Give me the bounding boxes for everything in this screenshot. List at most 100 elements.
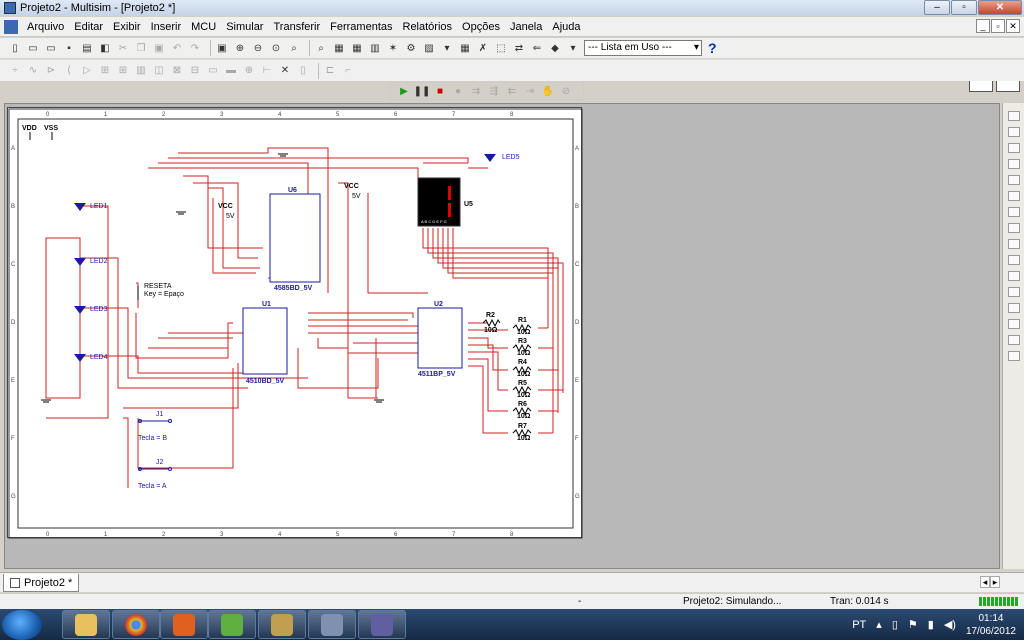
open-sample-icon[interactable]: ▭	[44, 41, 58, 55]
word-generator-icon[interactable]	[1007, 223, 1020, 233]
new-file-icon[interactable]: ▯	[8, 41, 22, 55]
tool-taskbar-button[interactable]	[308, 610, 356, 639]
function-generator-icon[interactable]	[1007, 127, 1020, 137]
transistor-icon[interactable]: ⟨	[62, 64, 76, 78]
remove-breakpoints-icon[interactable]: ⊘	[559, 84, 573, 98]
power-icon[interactable]: ⊟	[188, 64, 202, 78]
redo-icon[interactable]: ↷	[188, 41, 202, 55]
measure-icon[interactable]: ⚙	[404, 41, 418, 55]
document-icon[interactable]	[4, 19, 18, 34]
diode-icon[interactable]: ⊳	[44, 64, 58, 78]
mdi-restore-button[interactable]: ▫	[991, 19, 1005, 33]
close-button[interactable]: ✕	[978, 0, 1022, 15]
mdi-minimize-button[interactable]: _	[976, 19, 990, 33]
step-over-icon[interactable]: ⇶	[487, 84, 501, 98]
oscilloscope-icon[interactable]	[1007, 159, 1020, 169]
iv-analyzer-icon[interactable]	[1007, 271, 1020, 281]
clock[interactable]: 01:14 17/06/2012	[966, 612, 1016, 638]
menu-inserir[interactable]: Inserir	[146, 21, 187, 33]
multisim-taskbar-button[interactable]	[358, 610, 406, 639]
region-icon[interactable]: ⬚	[494, 41, 508, 55]
tab-scroll-left-icon[interactable]: ◂	[980, 576, 990, 588]
ttl-icon[interactable]: ⊞	[98, 64, 112, 78]
menu-simular[interactable]: Simular	[221, 21, 268, 33]
run-icon[interactable]: ▶	[397, 84, 411, 98]
chrome-taskbar-button[interactable]	[112, 610, 160, 639]
wire-icon[interactable]: ⌐	[341, 64, 355, 78]
print-icon[interactable]: ▤	[80, 41, 94, 55]
tab-scroll-right-icon[interactable]: ▸	[990, 576, 1000, 588]
dropdown-arrow-icon[interactable]: ▾	[440, 41, 454, 55]
zoom-fit-icon[interactable]: ⌕	[287, 41, 301, 55]
stop-icon[interactable]: ■	[433, 84, 447, 98]
menu-relatorios[interactable]: Relatórios	[398, 21, 458, 33]
zoom-in-icon[interactable]: ⊕	[233, 41, 247, 55]
menu-arquivo[interactable]: Arquivo	[22, 21, 69, 33]
probe-icon[interactable]	[1007, 351, 1020, 361]
paste-icon[interactable]: ▣	[152, 41, 166, 55]
misc-icon[interactable]: ▭	[206, 64, 220, 78]
explorer-taskbar-button[interactable]	[62, 610, 110, 639]
run-to-cursor-icon[interactable]: ⇥	[523, 84, 537, 98]
tab-projeto2[interactable]: Projeto2 *	[3, 574, 80, 592]
bus-icon[interactable]: ⊏	[323, 64, 337, 78]
zoom-area-icon[interactable]: ⊙	[269, 41, 283, 55]
action-center-flag-icon[interactable]: ⚑	[908, 618, 918, 631]
distortion-analyzer-icon[interactable]	[1007, 287, 1020, 297]
menu-mcu[interactable]: MCU	[186, 21, 221, 33]
messenger-taskbar-button[interactable]	[208, 610, 256, 639]
hierarchical-icon[interactable]: ▯	[296, 64, 310, 78]
rf-icon[interactable]: ⊕	[242, 64, 256, 78]
menu-transferir[interactable]: Transferir	[268, 21, 325, 33]
multimeter-icon[interactable]	[1007, 111, 1020, 121]
frequency-counter-icon[interactable]	[1007, 207, 1020, 217]
show-hidden-icons-icon[interactable]: ▴	[876, 618, 882, 631]
pause-icon[interactable]: ❚❚	[414, 84, 431, 98]
current-probe-icon[interactable]	[1007, 335, 1020, 345]
menu-opcoes[interactable]: Opções	[457, 21, 505, 33]
four-channel-oscilloscope-icon[interactable]	[1007, 175, 1020, 185]
file-manager-taskbar-button[interactable]	[258, 610, 306, 639]
full-screen-icon[interactable]: ▣	[215, 41, 229, 55]
print-preview-icon[interactable]: ◧	[98, 41, 112, 55]
grapher-icon[interactable]: ▦	[332, 41, 346, 55]
open-folder-icon[interactable]: ▭	[26, 41, 40, 55]
start-button[interactable]	[2, 610, 42, 640]
step-out-icon[interactable]: ⇇	[505, 84, 519, 98]
database-icon[interactable]: ▥	[368, 41, 382, 55]
mixed-icon[interactable]: ◫	[152, 64, 166, 78]
back-annotate-icon[interactable]: ⇐	[530, 41, 544, 55]
logic-analyzer-icon[interactable]	[1007, 239, 1020, 249]
undo-icon[interactable]: ↶	[170, 41, 184, 55]
wattmeter-icon[interactable]	[1007, 143, 1020, 153]
electromech-icon[interactable]: ⊢	[260, 64, 274, 78]
volume-icon[interactable]: ◀)	[944, 618, 956, 631]
component-wizard-icon[interactable]: ✶	[386, 41, 400, 55]
spectrum-analyzer-icon[interactable]	[1007, 303, 1020, 313]
menu-ferramentas[interactable]: Ferramentas	[325, 21, 397, 33]
cmos-icon[interactable]: ⊞	[116, 64, 130, 78]
media-player-taskbar-button[interactable]	[160, 610, 208, 639]
dropdown-arrow-icon[interactable]: ▾	[566, 41, 580, 55]
bode-plotter-icon[interactable]	[1007, 191, 1020, 201]
save-icon[interactable]: ▪	[62, 41, 76, 55]
network-icon[interactable]: ▮	[928, 618, 934, 631]
schematic-sheet[interactable]: 0 1 2 3 4 5 6 7 8 0 1 2 3 4 5 6 7 8 A B	[7, 107, 583, 539]
breakpoint-icon[interactable]: ●	[451, 84, 465, 98]
labview-instrument-icon[interactable]	[1007, 319, 1020, 329]
ni-component-icon[interactable]: ✕	[278, 64, 292, 78]
misc-digital-icon[interactable]: ▥	[134, 64, 148, 78]
logic-converter-icon[interactable]	[1007, 255, 1020, 265]
ultiboard-icon[interactable]: ◆	[548, 41, 562, 55]
power-icon[interactable]: ▯	[892, 618, 898, 631]
menu-ajuda[interactable]: Ajuda	[547, 21, 585, 33]
postprocessor-icon[interactable]: ▨	[422, 41, 436, 55]
advanced-periph-icon[interactable]: ▬	[224, 64, 238, 78]
restore-button[interactable]: ▫	[951, 0, 977, 15]
copy-icon[interactable]: ❐	[134, 41, 148, 55]
minimize-button[interactable]: –	[924, 0, 950, 15]
resistor-icon[interactable]: ∿	[26, 64, 40, 78]
transfer-icon[interactable]: ⇄	[512, 41, 526, 55]
step-into-icon[interactable]: ⇉	[469, 84, 483, 98]
search-icon[interactable]: ⌕	[314, 41, 328, 55]
